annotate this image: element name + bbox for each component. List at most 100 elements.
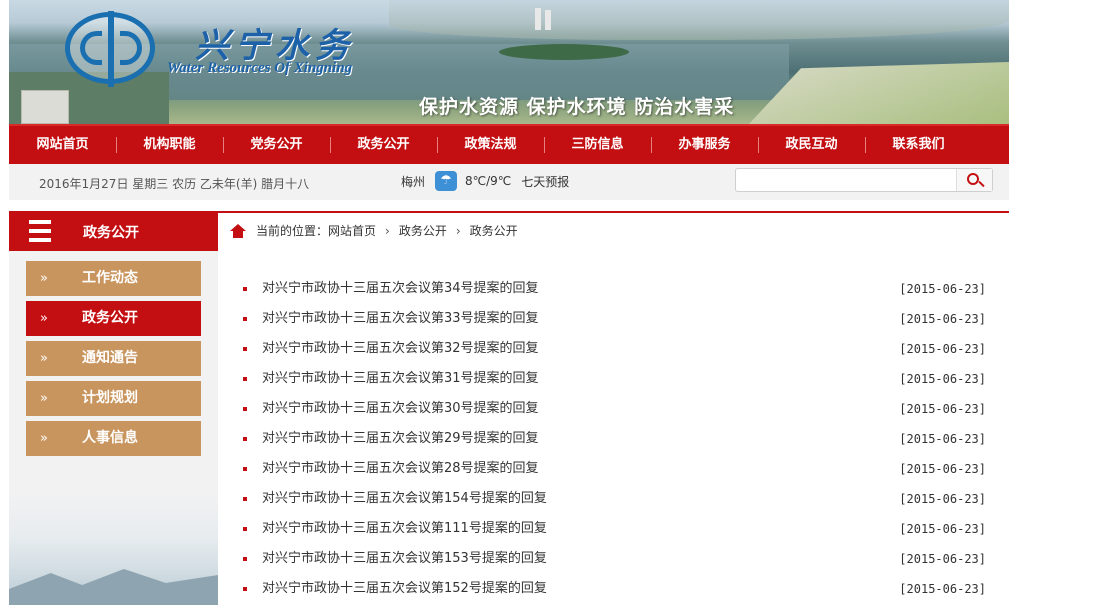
bullet-icon [243, 287, 247, 291]
sidebar-scenery-image [9, 491, 218, 605]
bullet-icon [243, 437, 247, 441]
article-date: [2015-06-23] [899, 582, 986, 596]
article-list: 对兴宁市政协十三届五次会议第34号提案的回复 [2015-06-23] 对兴宁市政协… [240, 274, 990, 604]
article-title-link[interactable]: 对兴宁市政协十三届五次会议第154号提案的回复 [262, 484, 547, 514]
bullet-icon [243, 407, 247, 411]
breadcrumb: 当前的位置： 网站首页 › 政务公开 › 政务公开 [230, 222, 518, 239]
rain-cloud-icon: ☂ [435, 171, 458, 191]
search-input[interactable] [736, 169, 956, 191]
nav-item[interactable]: 政策法规 [437, 126, 544, 164]
sidebar-item[interactable]: » 工作动态 [26, 261, 201, 296]
double-chevron-right-icon: » [40, 351, 48, 366]
list-item: 对兴宁市政协十三届五次会议第32号提案的回复 [2015-06-23] [240, 334, 990, 364]
nav-item[interactable]: 办事服务 [651, 126, 758, 164]
breadcrumb-item[interactable]: 政务公开 [399, 222, 447, 239]
sidebar-item[interactable]: » 通知通告 [26, 341, 201, 376]
banner-island [499, 44, 629, 60]
chevron-right-icon: › [385, 223, 390, 238]
sidebar-item-label: 工作动态 [82, 270, 138, 286]
logo-icon[interactable] [65, 11, 155, 87]
double-chevron-right-icon: » [40, 391, 48, 406]
info-bar: 2016年1月27日 星期三 农历 乙未年(羊) 腊月十八 梅州 ☂ 8℃/9℃… [9, 164, 1009, 200]
sidebar: 政务公开 » 工作动态 » 政务公开 » 通知通告 » 计划规划 » 人事信息 [9, 211, 218, 605]
bullet-icon [243, 347, 247, 351]
bullet-icon [243, 377, 247, 381]
banner-building [21, 90, 69, 124]
article-title-link[interactable]: 对兴宁市政协十三届五次会议第33号提案的回复 [262, 304, 539, 334]
bullet-icon [243, 527, 247, 531]
main-nav: 网站首页 机构职能 党务公开 政务公开 政策法规 三防信息 办事服务 政民互动 联系我们 [9, 124, 1009, 164]
article-date: [2015-06-23] [899, 432, 986, 446]
nav-item[interactable]: 网站首页 [9, 126, 116, 164]
bullet-icon [243, 557, 247, 561]
article-title-link[interactable]: 对兴宁市政协十三届五次会议第34号提案的回复 [262, 274, 539, 304]
list-menu-icon [29, 220, 51, 242]
seven-day-forecast-link[interactable]: 七天预报 [521, 173, 569, 190]
article-date: [2015-06-23] [899, 552, 986, 566]
article-title-link[interactable]: 对兴宁市政协十三届五次会议第111号提案的回复 [262, 514, 547, 544]
banner-tower [535, 8, 541, 30]
list-item: 对兴宁市政协十三届五次会议第154号提案的回复 [2015-06-23] [240, 484, 990, 514]
article-title-link[interactable]: 对兴宁市政协十三届五次会议第152号提案的回复 [262, 574, 547, 604]
breadcrumb-item[interactable]: 政务公开 [470, 222, 518, 239]
weather-widget: 梅州 ☂ 8℃/9℃ 七天预报 [401, 171, 569, 191]
article-title-link[interactable]: 对兴宁市政协十三届五次会议第31号提案的回复 [262, 364, 539, 394]
article-date: [2015-06-23] [899, 462, 986, 476]
sidebar-item[interactable]: » 政务公开 [26, 301, 201, 336]
sidebar-item-label: 人事信息 [82, 430, 138, 446]
bullet-icon [243, 467, 247, 471]
nav-item[interactable]: 联系我们 [865, 126, 972, 164]
divider-line [9, 211, 1009, 213]
article-date: [2015-06-23] [899, 372, 986, 386]
article-date: [2015-06-23] [899, 282, 986, 296]
list-item: 对兴宁市政协十三届五次会议第31号提案的回复 [2015-06-23] [240, 364, 990, 394]
sidebar-menu: » 工作动态 » 政务公开 » 通知通告 » 计划规划 » 人事信息 [26, 261, 201, 461]
article-title-link[interactable]: 对兴宁市政协十三届五次会议第153号提案的回复 [262, 544, 547, 574]
nav-item[interactable]: 政民互动 [758, 126, 865, 164]
banner-tower [545, 10, 551, 30]
sidebar-title: 政务公开 [83, 225, 139, 241]
list-item: 对兴宁市政协十三届五次会议第152号提案的回复 [2015-06-23] [240, 574, 990, 604]
nav-item[interactable]: 党务公开 [223, 126, 330, 164]
logo-subtitle: Water Resources Of Xingning [167, 60, 353, 76]
sidebar-item[interactable]: » 计划规划 [26, 381, 201, 416]
double-chevron-right-icon: » [40, 431, 48, 446]
breadcrumb-item[interactable]: 网站首页 [328, 222, 376, 239]
nav-item[interactable]: 三防信息 [544, 126, 651, 164]
bullet-icon [243, 587, 247, 591]
banner-slogan: 保护水资源 保护水环境 防治水害采 [419, 96, 735, 118]
article-title-link[interactable]: 对兴宁市政协十三届五次会议第30号提案的回复 [262, 394, 539, 424]
article-title-link[interactable]: 对兴宁市政协十三届五次会议第28号提案的回复 [262, 454, 539, 484]
sidebar-header: 政务公开 [9, 211, 218, 251]
breadcrumb-prefix: 当前的位置： [256, 224, 329, 238]
search-icon [967, 173, 979, 185]
sidebar-item-label: 计划规划 [82, 390, 138, 406]
search-box [735, 168, 993, 192]
list-item: 对兴宁市政协十三届五次会议第28号提案的回复 [2015-06-23] [240, 454, 990, 484]
article-date: [2015-06-23] [899, 492, 986, 506]
weather-temperature: 8℃/9℃ [465, 174, 512, 188]
nav-item[interactable]: 政务公开 [330, 126, 437, 164]
list-item: 对兴宁市政协十三届五次会议第30号提案的回复 [2015-06-23] [240, 394, 990, 424]
list-item: 对兴宁市政协十三届五次会议第33号提案的回复 [2015-06-23] [240, 304, 990, 334]
article-date: [2015-06-23] [899, 342, 986, 356]
search-button[interactable] [956, 169, 992, 191]
article-title-link[interactable]: 对兴宁市政协十三届五次会议第29号提案的回复 [262, 424, 539, 454]
double-chevron-right-icon: » [40, 271, 48, 286]
current-date: 2016年1月27日 星期三 农历 乙未年(羊) 腊月十八 [39, 177, 310, 191]
header-banner: 兴宁水务 Water Resources Of Xingning 保护水资源 保… [9, 0, 1009, 124]
bullet-icon [243, 497, 247, 501]
banner-hills [389, 0, 1009, 40]
sidebar-item[interactable]: » 人事信息 [26, 421, 201, 456]
double-chevron-right-icon: » [40, 311, 48, 326]
article-title-link[interactable]: 对兴宁市政协十三届五次会议第32号提案的回复 [262, 334, 539, 364]
nav-item[interactable]: 机构职能 [116, 126, 223, 164]
weather-city: 梅州 [401, 174, 426, 189]
sidebar-item-label: 通知通告 [82, 350, 138, 366]
bullet-icon [243, 317, 247, 321]
chevron-right-icon: › [455, 223, 461, 238]
list-item: 对兴宁市政协十三届五次会议第153号提案的回复 [2015-06-23] [240, 544, 990, 574]
article-date: [2015-06-23] [899, 402, 986, 416]
sidebar-item-label: 政务公开 [82, 310, 138, 326]
list-item: 对兴宁市政协十三届五次会议第34号提案的回复 [2015-06-23] [240, 274, 990, 304]
